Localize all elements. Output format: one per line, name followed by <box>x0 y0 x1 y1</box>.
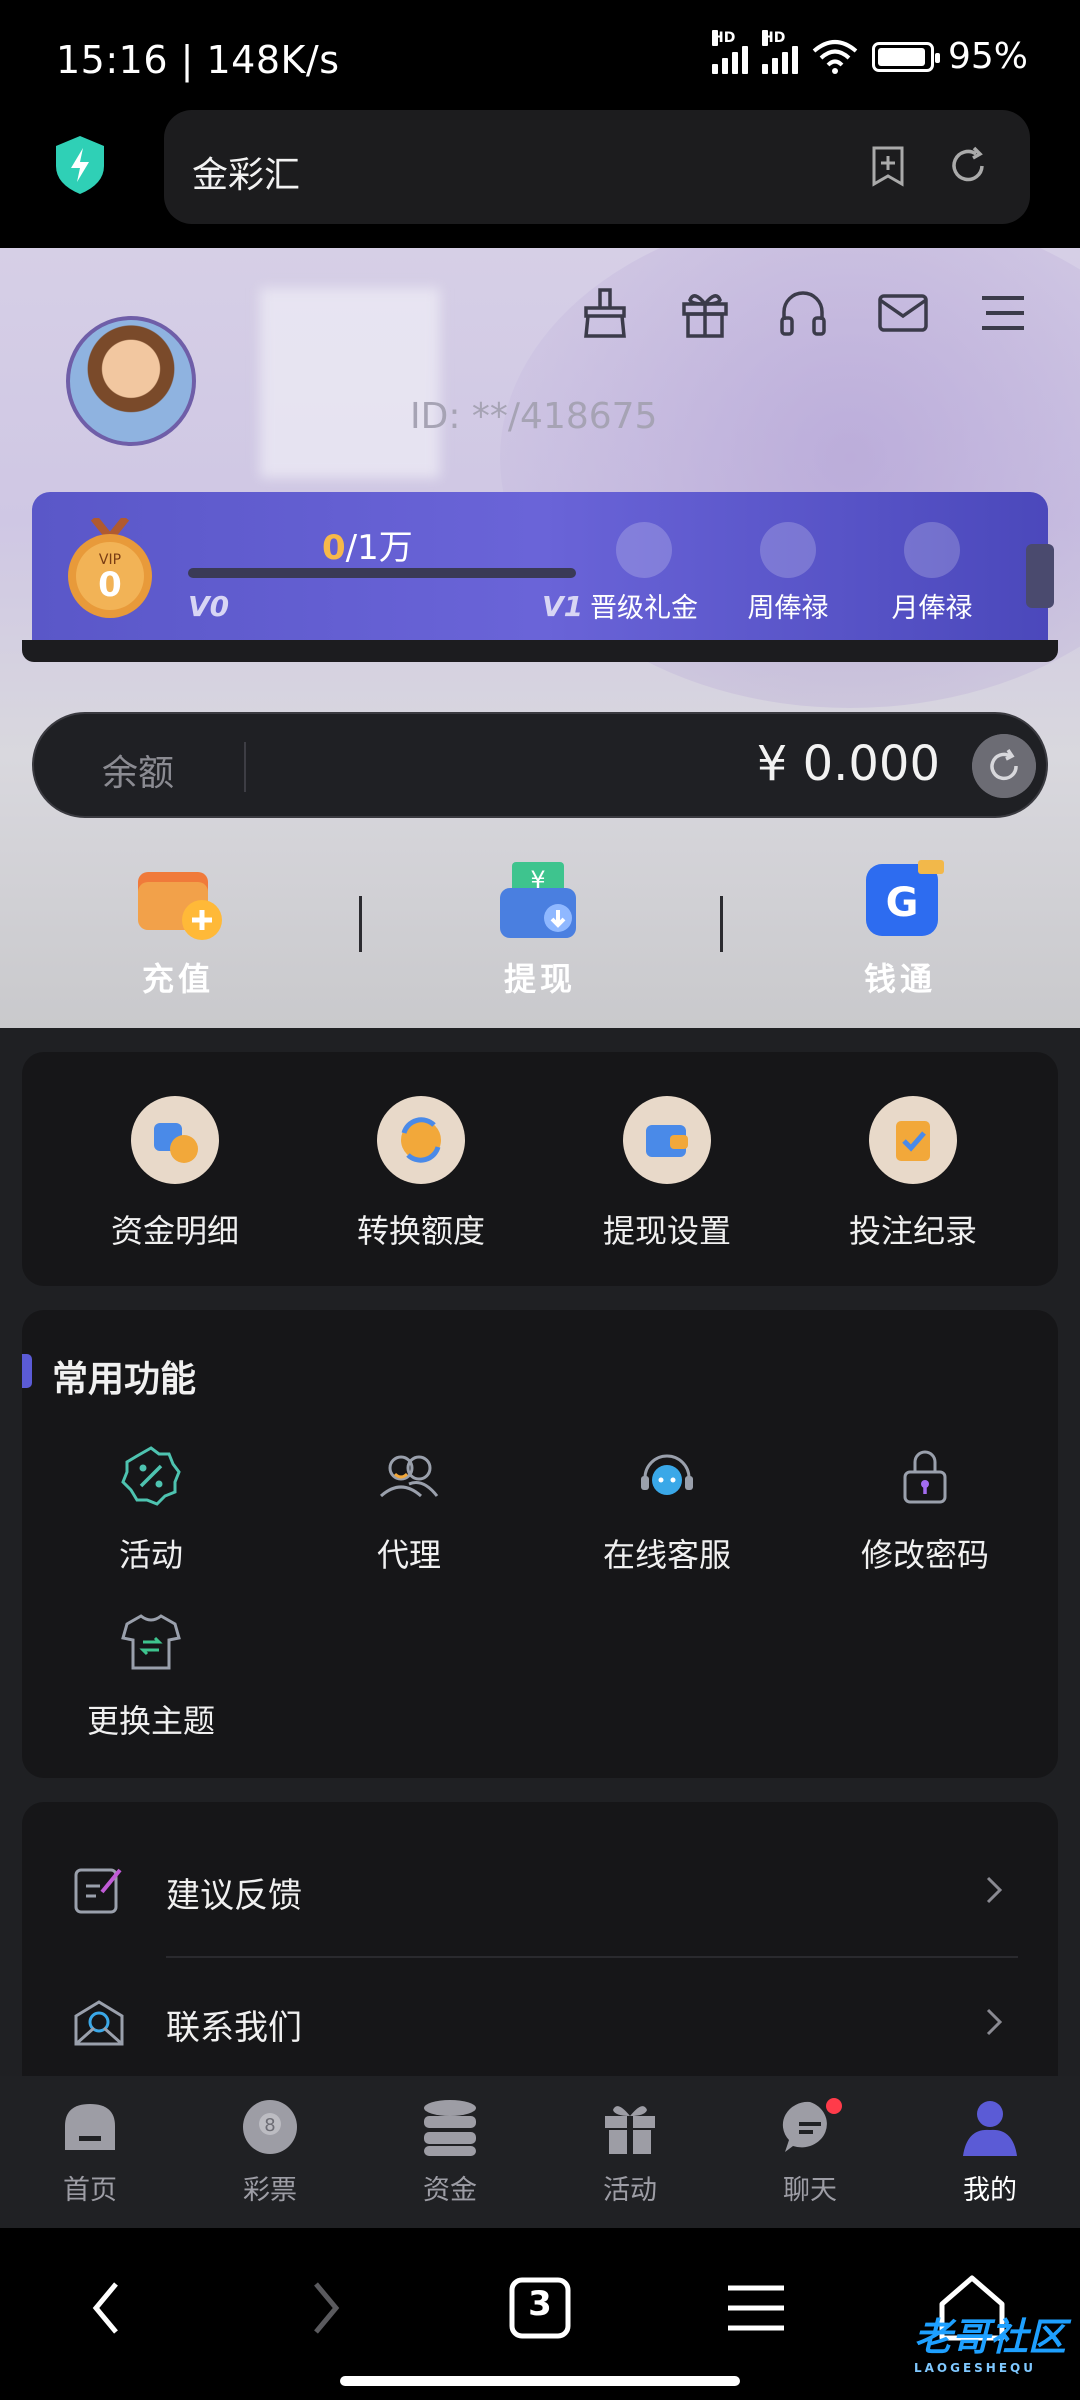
withdraw-button[interactable]: ¥ 提现 <box>440 858 640 1000</box>
transfer-quota-button[interactable]: 转换额度 <box>298 1096 544 1252</box>
status-bar: 15:16 | 148K/s HD HD 95% <box>0 0 1080 110</box>
qiantong-logo-icon: G <box>866 860 944 936</box>
edit-note-icon <box>74 1868 122 1914</box>
bottom-tab-bar: 首页 8 彩票 资金 活动 聊天 我的 <box>0 2076 1080 2228</box>
svg-text:8: 8 <box>264 2115 275 2136</box>
browser-bar: 金彩汇 <box>0 110 1080 248</box>
medal-icon <box>616 522 672 578</box>
perk-upgrade-bonus[interactable]: 晋级礼金 <box>584 522 704 625</box>
menu-lines-icon[interactable] <box>716 2268 796 2348</box>
menu-icon[interactable] <box>976 286 1030 340</box>
common-functions-card: 常用功能 活动 代理 在线客服 修改密码 更换主题 <box>22 1310 1058 1778</box>
avatar[interactable] <box>66 316 196 446</box>
bet-records-button[interactable]: 投注纪录 <box>790 1096 1036 1252</box>
svg-text:G: G <box>886 880 919 926</box>
gift-box-icon <box>605 2106 655 2154</box>
vip-card[interactable]: VIP 0 0/1万 V0 V1 晋级礼金 周俸禄 月俸禄 <box>32 492 1054 640</box>
tabs-button[interactable]: 3 <box>500 2268 580 2348</box>
username-redacted <box>260 288 440 478</box>
section-title: 常用功能 <box>52 1359 197 1400</box>
chevron-right-icon[interactable] <box>1026 544 1054 608</box>
lock-icon <box>903 1450 947 1504</box>
function-change-theme[interactable]: 更换主题 <box>22 1610 280 1742</box>
battery-percent: 95% <box>947 36 1028 77</box>
database-icon <box>424 2100 476 2156</box>
address-bar[interactable]: 金彩汇 <box>164 110 1030 224</box>
tab-activity[interactable]: 活动 <box>540 2096 720 2207</box>
chevron-right-icon <box>986 2008 1003 2036</box>
function-agent[interactable]: 代理 <box>280 1444 538 1576</box>
withdraw-settings-button[interactable]: 提现设置 <box>544 1096 790 1252</box>
balance-amount: ¥ 0.000 <box>756 736 940 792</box>
back-icon[interactable] <box>68 2268 148 2348</box>
reload-icon[interactable] <box>944 142 992 190</box>
function-online-support[interactable]: 在线客服 <box>538 1444 796 1576</box>
email-icon <box>74 2000 124 2046</box>
home-icon <box>65 2104 115 2150</box>
users-icon <box>379 1455 439 1498</box>
tab-chat[interactable]: 聊天 <box>720 2096 900 2207</box>
list-item-contact-us[interactable]: 联系我们 <box>22 1958 1058 2086</box>
vip-from-level: V0 <box>188 590 230 623</box>
vip-card-base <box>22 640 1058 662</box>
gift-icon[interactable] <box>678 286 732 340</box>
add-bookmark-icon[interactable] <box>864 142 912 190</box>
eight-ball-icon: 8 <box>243 2100 297 2154</box>
svg-text:0: 0 <box>98 565 122 605</box>
wallet-add-icon <box>138 872 222 940</box>
tab-mine[interactable]: 我的 <box>900 2096 1080 2207</box>
home-indicator <box>340 2376 740 2386</box>
shield-icon[interactable] <box>52 134 108 196</box>
watermark: 老哥社区 LAOGESHEQU <box>913 2315 1066 2375</box>
vip-progress-bar <box>188 568 576 578</box>
withdraw-card-icon: ¥ <box>500 862 576 938</box>
qiantong-button[interactable]: G 钱通 <box>800 858 1000 1000</box>
percent-badge-icon <box>121 1446 181 1506</box>
tshirt-icon <box>121 1614 181 1670</box>
vip-to-level: V1 <box>542 590 584 623</box>
headset-icon[interactable] <box>776 286 830 340</box>
tab-home[interactable]: 首页 <box>0 2096 180 2207</box>
list-item-feedback[interactable]: 建议反馈 <box>22 1826 1058 1954</box>
exchange-coin-icon <box>377 1096 465 1184</box>
function-change-password[interactable]: 修改密码 <box>796 1444 1054 1576</box>
support-headset-icon <box>641 1454 693 1495</box>
page-title: 金彩汇 <box>192 155 301 196</box>
battery-icon <box>871 41 940 72</box>
tab-funds[interactable]: 资金 <box>360 2096 540 2207</box>
status-time: 15:16 | 148K/s <box>56 38 340 82</box>
system-nav-bar: 3 老哥社区 LAOGESHEQU <box>0 2228 1080 2400</box>
deposit-button[interactable]: 充值 <box>78 858 278 1000</box>
signal-icon: HD <box>761 29 798 74</box>
finance-card: 资金明细 转换额度 提现设置 投注纪录 <box>22 1052 1058 1286</box>
balance-label: 余额 <box>102 753 175 794</box>
user-id: ID: **/418675 <box>410 396 658 437</box>
settings-list-card: 建议反馈 联系我们 <box>22 1802 1058 2102</box>
vip-progress-text: 0/1万 <box>322 528 413 568</box>
signal-icon: HD <box>711 29 748 74</box>
user-icon <box>963 2101 1017 2156</box>
perk-weekly-salary[interactable]: 周俸禄 <box>728 522 848 625</box>
mail-icon[interactable] <box>876 286 930 340</box>
balance-bar: 余额 ¥ 0.000 <box>32 712 1048 818</box>
refresh-icon[interactable] <box>972 734 1036 798</box>
coins-icon <box>131 1096 219 1184</box>
calendar-7-icon <box>760 522 816 578</box>
chevron-right-icon <box>986 1876 1003 1904</box>
wallet-icon <box>623 1096 711 1184</box>
clipboard-check-icon <box>869 1096 957 1184</box>
perk-monthly-salary[interactable]: 月俸禄 <box>872 522 992 625</box>
forward-icon[interactable] <box>284 2268 364 2348</box>
wifi-icon <box>812 39 858 74</box>
broom-icon[interactable] <box>578 286 632 340</box>
calendar-m-icon <box>904 522 960 578</box>
vip-medal-icon: VIP 0 <box>68 518 152 618</box>
function-activity[interactable]: 活动 <box>22 1444 280 1576</box>
fund-details-button[interactable]: 资金明细 <box>52 1096 298 1252</box>
tab-lottery[interactable]: 8 彩票 <box>180 2096 360 2207</box>
unread-dot <box>826 2098 842 2114</box>
